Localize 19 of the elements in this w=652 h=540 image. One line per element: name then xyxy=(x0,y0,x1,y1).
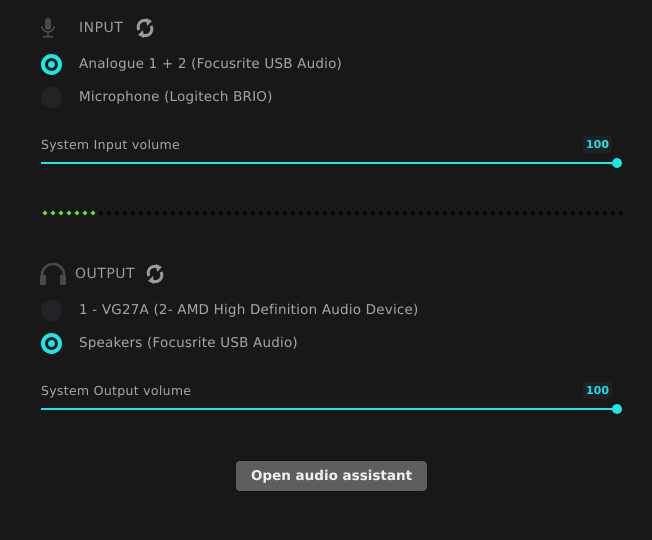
volume-label: System Input volume xyxy=(41,137,180,152)
device-label: 1 - VG27A (2- AMD High Definition Audio Device) xyxy=(79,302,419,318)
refresh-icon[interactable] xyxy=(135,17,156,39)
open-audio-assistant-button[interactable]: Open audio assistant xyxy=(236,461,428,491)
volume-reading: 100 xyxy=(583,136,612,153)
slider-thumb[interactable] xyxy=(612,158,622,168)
radio-button[interactable] xyxy=(41,332,62,354)
headphones-icon xyxy=(39,263,67,285)
radio-button[interactable] xyxy=(41,54,62,74)
device-label: Speakers (Focusrite USB Audio) xyxy=(79,335,298,351)
slider-thumb[interactable] xyxy=(612,404,622,414)
microphone-icon xyxy=(41,18,55,38)
device-label: Microphone (Logitech BRIO) xyxy=(79,89,273,105)
section-title: INPUT xyxy=(79,20,124,36)
volume-label: System Output volume xyxy=(41,383,192,398)
refresh-icon[interactable] xyxy=(145,263,166,285)
section-title: OUTPUT xyxy=(75,266,136,282)
device-label: Analogue 1 + 2 (Focusrite USB Audio) xyxy=(79,56,342,72)
volume-reading: 100 xyxy=(583,382,612,399)
